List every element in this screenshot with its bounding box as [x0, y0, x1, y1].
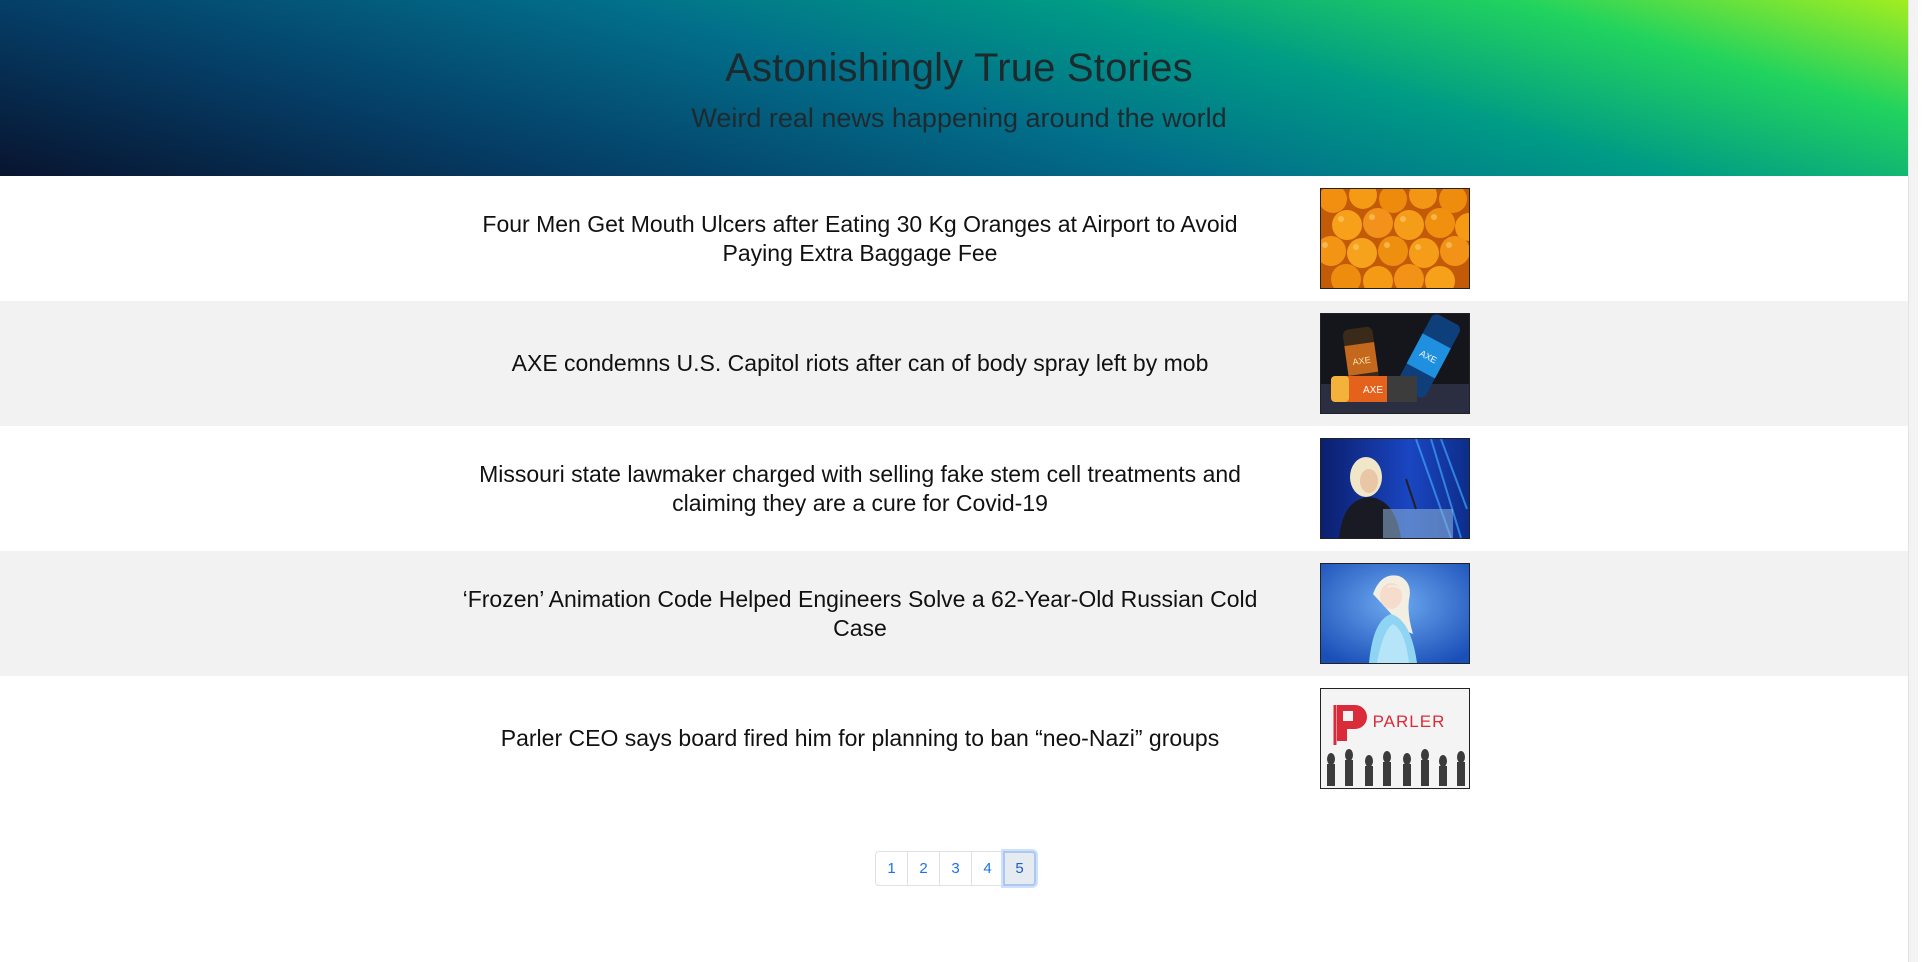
article-title-link[interactable]: Parler CEO says board fired him for plan…	[456, 676, 1264, 801]
oranges-image[interactable]	[1320, 188, 1470, 289]
pagination: 1 2 3 4 5	[875, 851, 1036, 886]
site-header: Astonishingly True Stories Weird real ne…	[0, 0, 1918, 176]
article-row: ‘Frozen’ Animation Code Helped Engineers…	[0, 551, 1918, 676]
article-title-link[interactable]: ‘Frozen’ Animation Code Helped Engineers…	[456, 551, 1264, 676]
page-3-button[interactable]: 3	[939, 851, 972, 886]
page-4-button[interactable]: 4	[971, 851, 1004, 886]
article-title-link[interactable]: AXE condemns U.S. Capitol riots after ca…	[456, 301, 1264, 426]
frozen-elsa-image[interactable]	[1320, 563, 1470, 664]
site-subtitle: Weird real news happening around the wor…	[691, 103, 1227, 133]
scrollbar[interactable]	[1908, 0, 1918, 962]
lawmaker-podium-image[interactable]	[1320, 438, 1470, 539]
svg-text:AXE: AXE	[1363, 385, 1383, 396]
article-title-link[interactable]: Missouri state lawmaker charged with sel…	[456, 426, 1264, 551]
site-title: Astonishingly True Stories	[725, 46, 1193, 90]
article-title-link[interactable]: Four Men Get Mouth Ulcers after Eating 3…	[456, 176, 1264, 301]
axe-spray-image[interactable]: AXE AXE AXE	[1320, 313, 1470, 414]
page-1-button[interactable]: 1	[875, 851, 908, 886]
parler-logo-image[interactable]: PARLER	[1320, 688, 1470, 789]
article-list: Four Men Get Mouth Ulcers after Eating 3…	[0, 176, 1918, 801]
page: Astonishingly True Stories Weird real ne…	[0, 0, 1918, 962]
svg-text:PARLER: PARLER	[1373, 712, 1446, 731]
article-row: Parler CEO says board fired him for plan…	[0, 676, 1918, 801]
article-row: Missouri state lawmaker charged with sel…	[0, 426, 1918, 551]
page-5-button[interactable]: 5	[1003, 851, 1036, 886]
page-2-button[interactable]: 2	[907, 851, 940, 886]
article-row: Four Men Get Mouth Ulcers after Eating 3…	[0, 176, 1918, 301]
article-row: AXE condemns U.S. Capitol riots after ca…	[0, 301, 1918, 426]
